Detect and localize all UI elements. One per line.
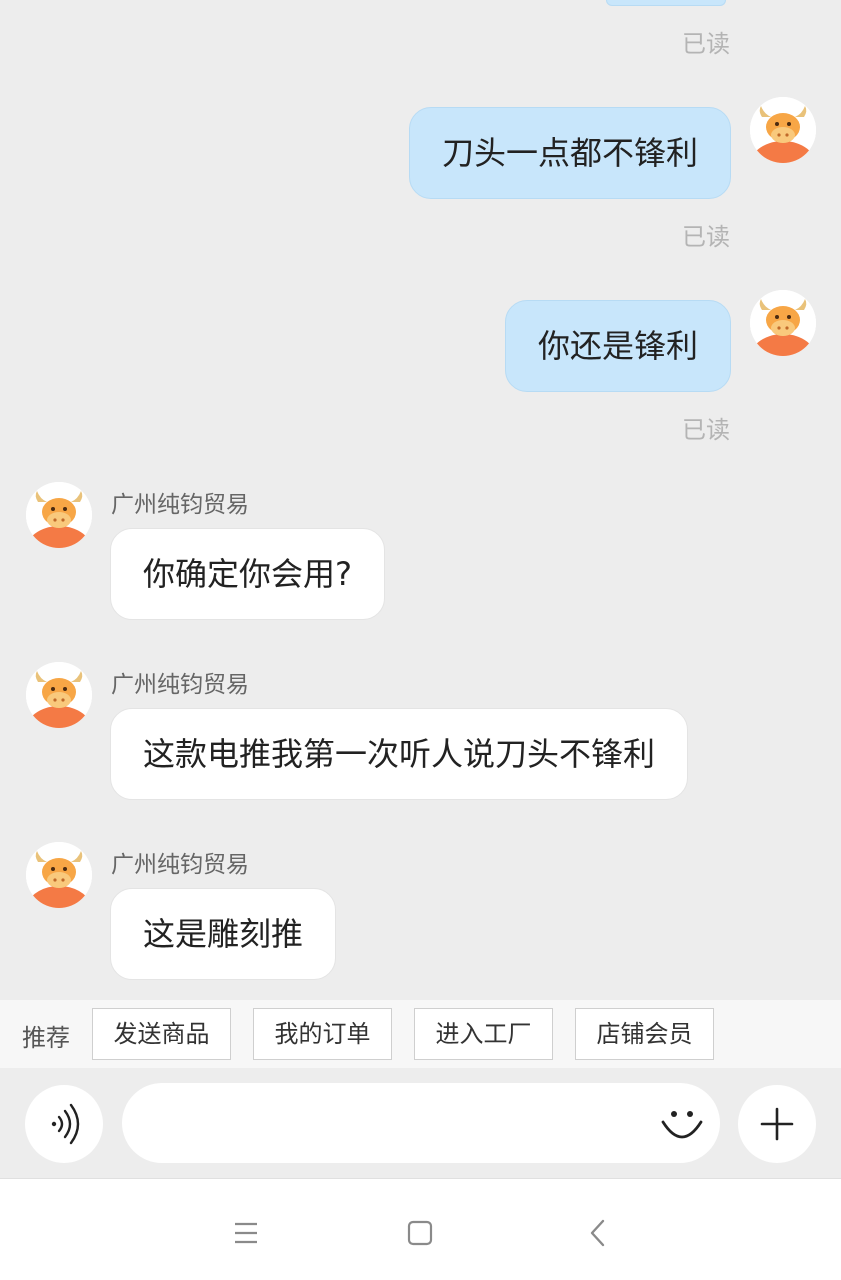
avatar[interactable] [26,482,92,548]
message-bubble-outgoing[interactable]: 你还是锋利 [504,300,731,392]
read-status: 已读 [682,416,730,444]
read-status: 已读 [682,223,730,251]
back-icon [590,1219,605,1247]
back-button[interactable] [573,1209,621,1257]
send-product-button[interactable]: 发送商品 [92,1008,231,1060]
avatar[interactable] [750,290,816,356]
my-orders-button[interactable]: 我的订单 [253,1008,392,1060]
home-button[interactable] [396,1209,444,1257]
plus-icon [760,1107,794,1141]
message-bubble-incoming[interactable]: 这款电推我第一次听人说刀头不锋利 [110,708,689,800]
menu-icon [235,1222,257,1244]
emoji-icon [661,1111,703,1139]
recommend-bar: 推荐 发送商品 我的订单 进入工厂 店铺会员 [0,1000,841,1068]
voice-icon [51,1103,80,1145]
input-bar [0,1068,841,1178]
enter-factory-button[interactable]: 进入工厂 [414,1008,553,1060]
message-bubble-incoming[interactable]: 你确定你会用? [110,528,385,620]
chat-area[interactable]: 已读 刀头一点都不锋利 已读 你还是锋利 已读 广州纯钧贸易 你确定你会用? 广… [0,0,841,1000]
store-membership-button[interactable]: 店铺会员 [575,1008,714,1060]
plus-button[interactable] [738,1085,816,1163]
avatar[interactable] [750,97,816,163]
message-input[interactable] [122,1083,720,1163]
message-bubble-incoming[interactable]: 这是雕刻推 [110,888,337,980]
voice-button[interactable] [25,1085,103,1163]
system-nav-bar [0,1178,841,1280]
recommend-label: 推荐 [22,1024,70,1052]
sender-name: 广州纯钧贸易 [111,492,249,518]
emoji-button[interactable] [656,1100,708,1152]
avatar[interactable] [26,842,92,908]
message-bubble-outgoing[interactable] [606,0,726,6]
sender-name: 广州纯钧贸易 [111,672,249,698]
home-icon [407,1220,433,1246]
avatar[interactable] [26,662,92,728]
read-status: 已读 [682,30,730,58]
message-bubble-outgoing[interactable]: 刀头一点都不锋利 [408,107,731,199]
menu-button[interactable] [222,1209,270,1257]
sender-name: 广州纯钧贸易 [111,852,249,878]
